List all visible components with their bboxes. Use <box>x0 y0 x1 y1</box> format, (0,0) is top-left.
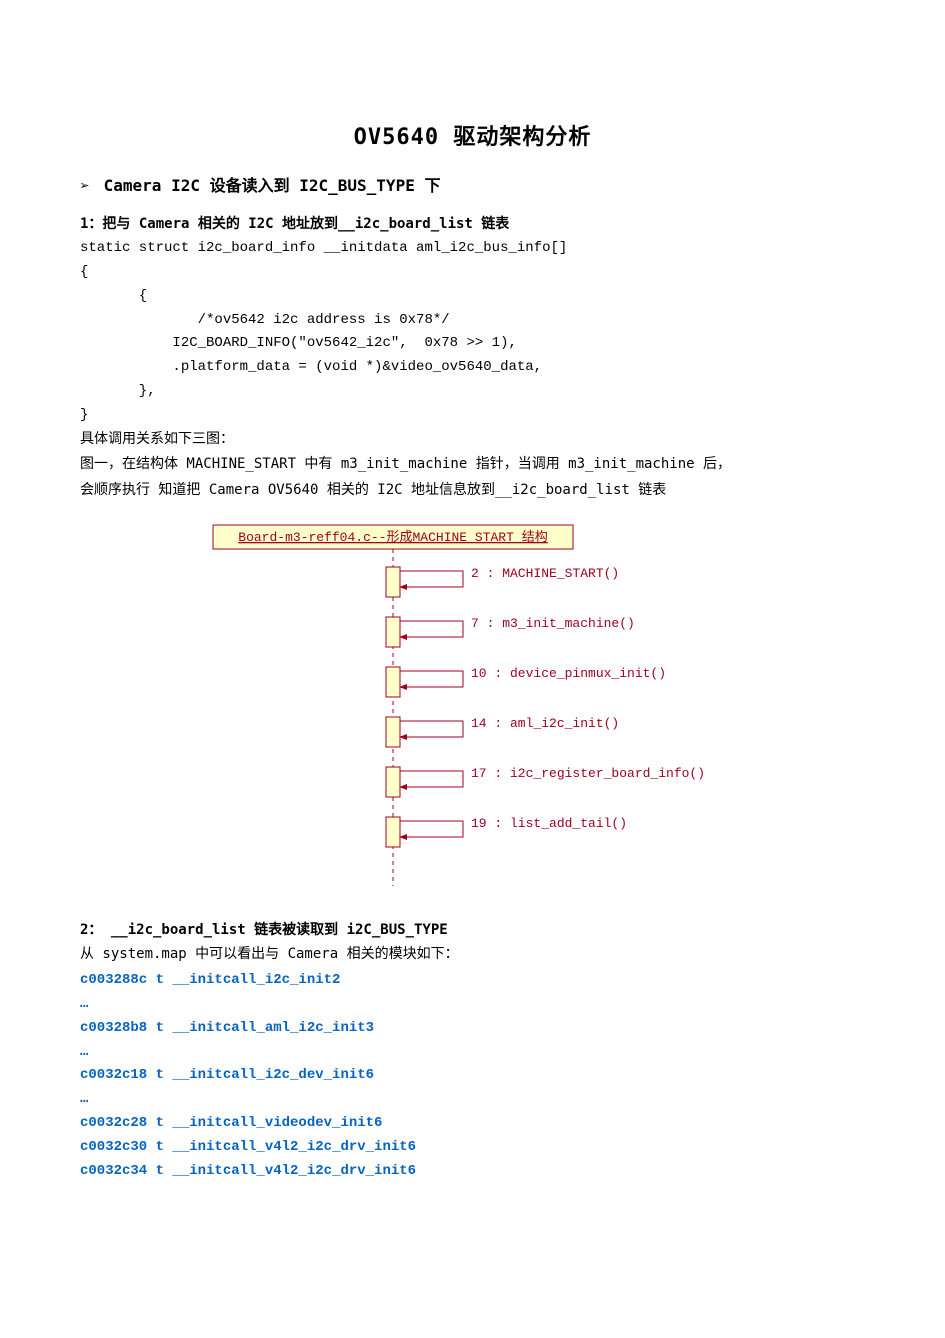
paragraph-callrel: 具体调用关系如下三图： <box>80 428 865 452</box>
sequence-diagram: Board-m3-reff04.c--形成MACHINE_START 结构 2 … <box>80 521 865 891</box>
symbol-line-0: c003288c t __initcall_i2c_init2 <box>80 969 865 993</box>
symbol-line-2: c00328b8 t __initcall_aml_i2c_init3 <box>80 1017 865 1041</box>
code-block-1: static struct i2c_board_info __initdata … <box>80 237 865 427</box>
symbol-line-8: c0032c34 t __initcall_v4l2_i2c_drv_init6 <box>80 1160 865 1184</box>
symbol-line-6: c0032c28 t __initcall_videodev_init6 <box>80 1112 865 1136</box>
section-bullet-text: Camera I2C 设备读入到 I2C_BUS_TYPE 下 <box>104 173 441 199</box>
msg-1-label: 7 : m3_init_machine() <box>471 616 635 631</box>
document-page: OV5640 驱动架构分析 ➢ Camera I2C 设备读入到 I2C_BUS… <box>0 0 945 1223</box>
activation-0: 2 : MACHINE_START() <box>386 566 619 597</box>
paragraph-fig1-a: 图一，在结构体 MACHINE_START 中有 m3_init_machine… <box>80 453 865 477</box>
activation-2: 10 : device_pinmux_init() <box>386 666 666 697</box>
page-title: OV5640 驱动架构分析 <box>80 120 865 155</box>
activation-4: 17 : i2c_register_board_info() <box>386 766 705 797</box>
msg-3-label: 14 : aml_i2c_init() <box>471 716 619 731</box>
symbol-line-1: … <box>80 993 865 1017</box>
subsection-1-head: 1：把与 Camera 相关的 I2C 地址放到__i2c_board_list… <box>80 213 865 235</box>
msg-2-label: 10 : device_pinmux_init() <box>471 666 666 681</box>
subsection-2-head: 2： __i2c_board_list 链表被读取到 i2C_BUS_TYPE <box>80 919 865 941</box>
msg-4-label: 17 : i2c_register_board_info() <box>471 766 705 781</box>
activation-1: 7 : m3_init_machine() <box>386 616 635 647</box>
paragraph-fig1-b: 会顺序执行 知道把 Camera OV5640 相关的 I2C 地址信息放到__… <box>80 479 865 503</box>
chevron-right-icon: ➢ <box>80 173 90 199</box>
section-bullet-heading: ➢ Camera I2C 设备读入到 I2C_BUS_TYPE 下 <box>80 173 865 199</box>
lifeline-header-text: Board-m3-reff04.c--形成MACHINE_START 结构 <box>238 530 547 545</box>
sequence-diagram-svg: Board-m3-reff04.c--形成MACHINE_START 结构 2 … <box>193 521 753 891</box>
subsection-2-intro: 从 system.map 中可以看出与 Camera 相关的模块如下： <box>80 943 865 967</box>
msg-0-label: 2 : MACHINE_START() <box>471 566 619 581</box>
symbol-line-4: c0032c18 t __initcall_i2c_dev_init6 <box>80 1064 865 1088</box>
msg-5-label: 19 : list_add_tail() <box>471 816 627 831</box>
activation-5: 19 : list_add_tail() <box>386 816 627 847</box>
symbol-line-7: c0032c30 t __initcall_v4l2_i2c_drv_init6 <box>80 1136 865 1160</box>
symbol-line-5: … <box>80 1088 865 1112</box>
activation-3: 14 : aml_i2c_init() <box>386 716 619 747</box>
symbol-line-3: … <box>80 1041 865 1065</box>
